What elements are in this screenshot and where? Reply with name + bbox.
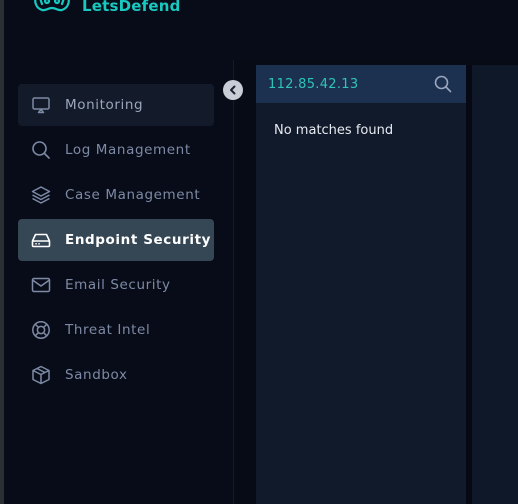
top-bar: LetsDefend (4, 0, 518, 60)
sidebar-item-log-management[interactable]: Log Management (18, 129, 214, 171)
sidebar-item-case-management[interactable]: Case Management (18, 174, 214, 216)
sidebar-item-monitoring[interactable]: Monitoring (18, 84, 214, 126)
sidebar-item-endpoint-security[interactable]: Endpoint Security (18, 219, 214, 261)
sidebar-item-label: Endpoint Security (65, 232, 212, 248)
chevron-left-icon (230, 85, 236, 95)
logo-icon (34, 0, 70, 12)
sidebar-item-label: Threat Intel (65, 322, 151, 338)
hard-drive-icon (31, 230, 51, 250)
sidebar-item-label: Case Management (65, 187, 201, 203)
monitor-icon (31, 95, 51, 115)
search-bar (256, 65, 466, 103)
sidebar-item-label: Monitoring (65, 97, 144, 113)
search-input[interactable] (268, 76, 428, 92)
search-icon (31, 140, 51, 160)
empty-results-message: No matches found (274, 123, 394, 138)
brand-logo[interactable]: LetsDefend (30, 0, 181, 20)
endpoint-list-panel: No matches found (256, 65, 466, 504)
detail-area (472, 65, 518, 504)
sidebar-item-label: Log Management (65, 142, 191, 158)
lifebuoy-icon (31, 320, 51, 340)
sidebar: Monitoring Log Management Case Managemen… (4, 60, 233, 504)
sidebar-item-label: Email Security (65, 277, 171, 293)
sidebar-item-threat-intel[interactable]: Threat Intel (18, 309, 214, 351)
content-gutter (234, 60, 256, 504)
mail-icon (31, 275, 51, 295)
sidebar-item-email-security[interactable]: Email Security (18, 264, 214, 306)
sidebar-item-sandbox[interactable]: Sandbox (18, 354, 214, 396)
layers-icon (31, 185, 51, 205)
brand-name: LetsDefend (82, 0, 181, 15)
box-icon (31, 365, 51, 385)
sidebar-item-label: Sandbox (65, 367, 128, 383)
search-icon[interactable] (434, 75, 452, 93)
sidebar-collapse-button[interactable] (223, 80, 243, 100)
